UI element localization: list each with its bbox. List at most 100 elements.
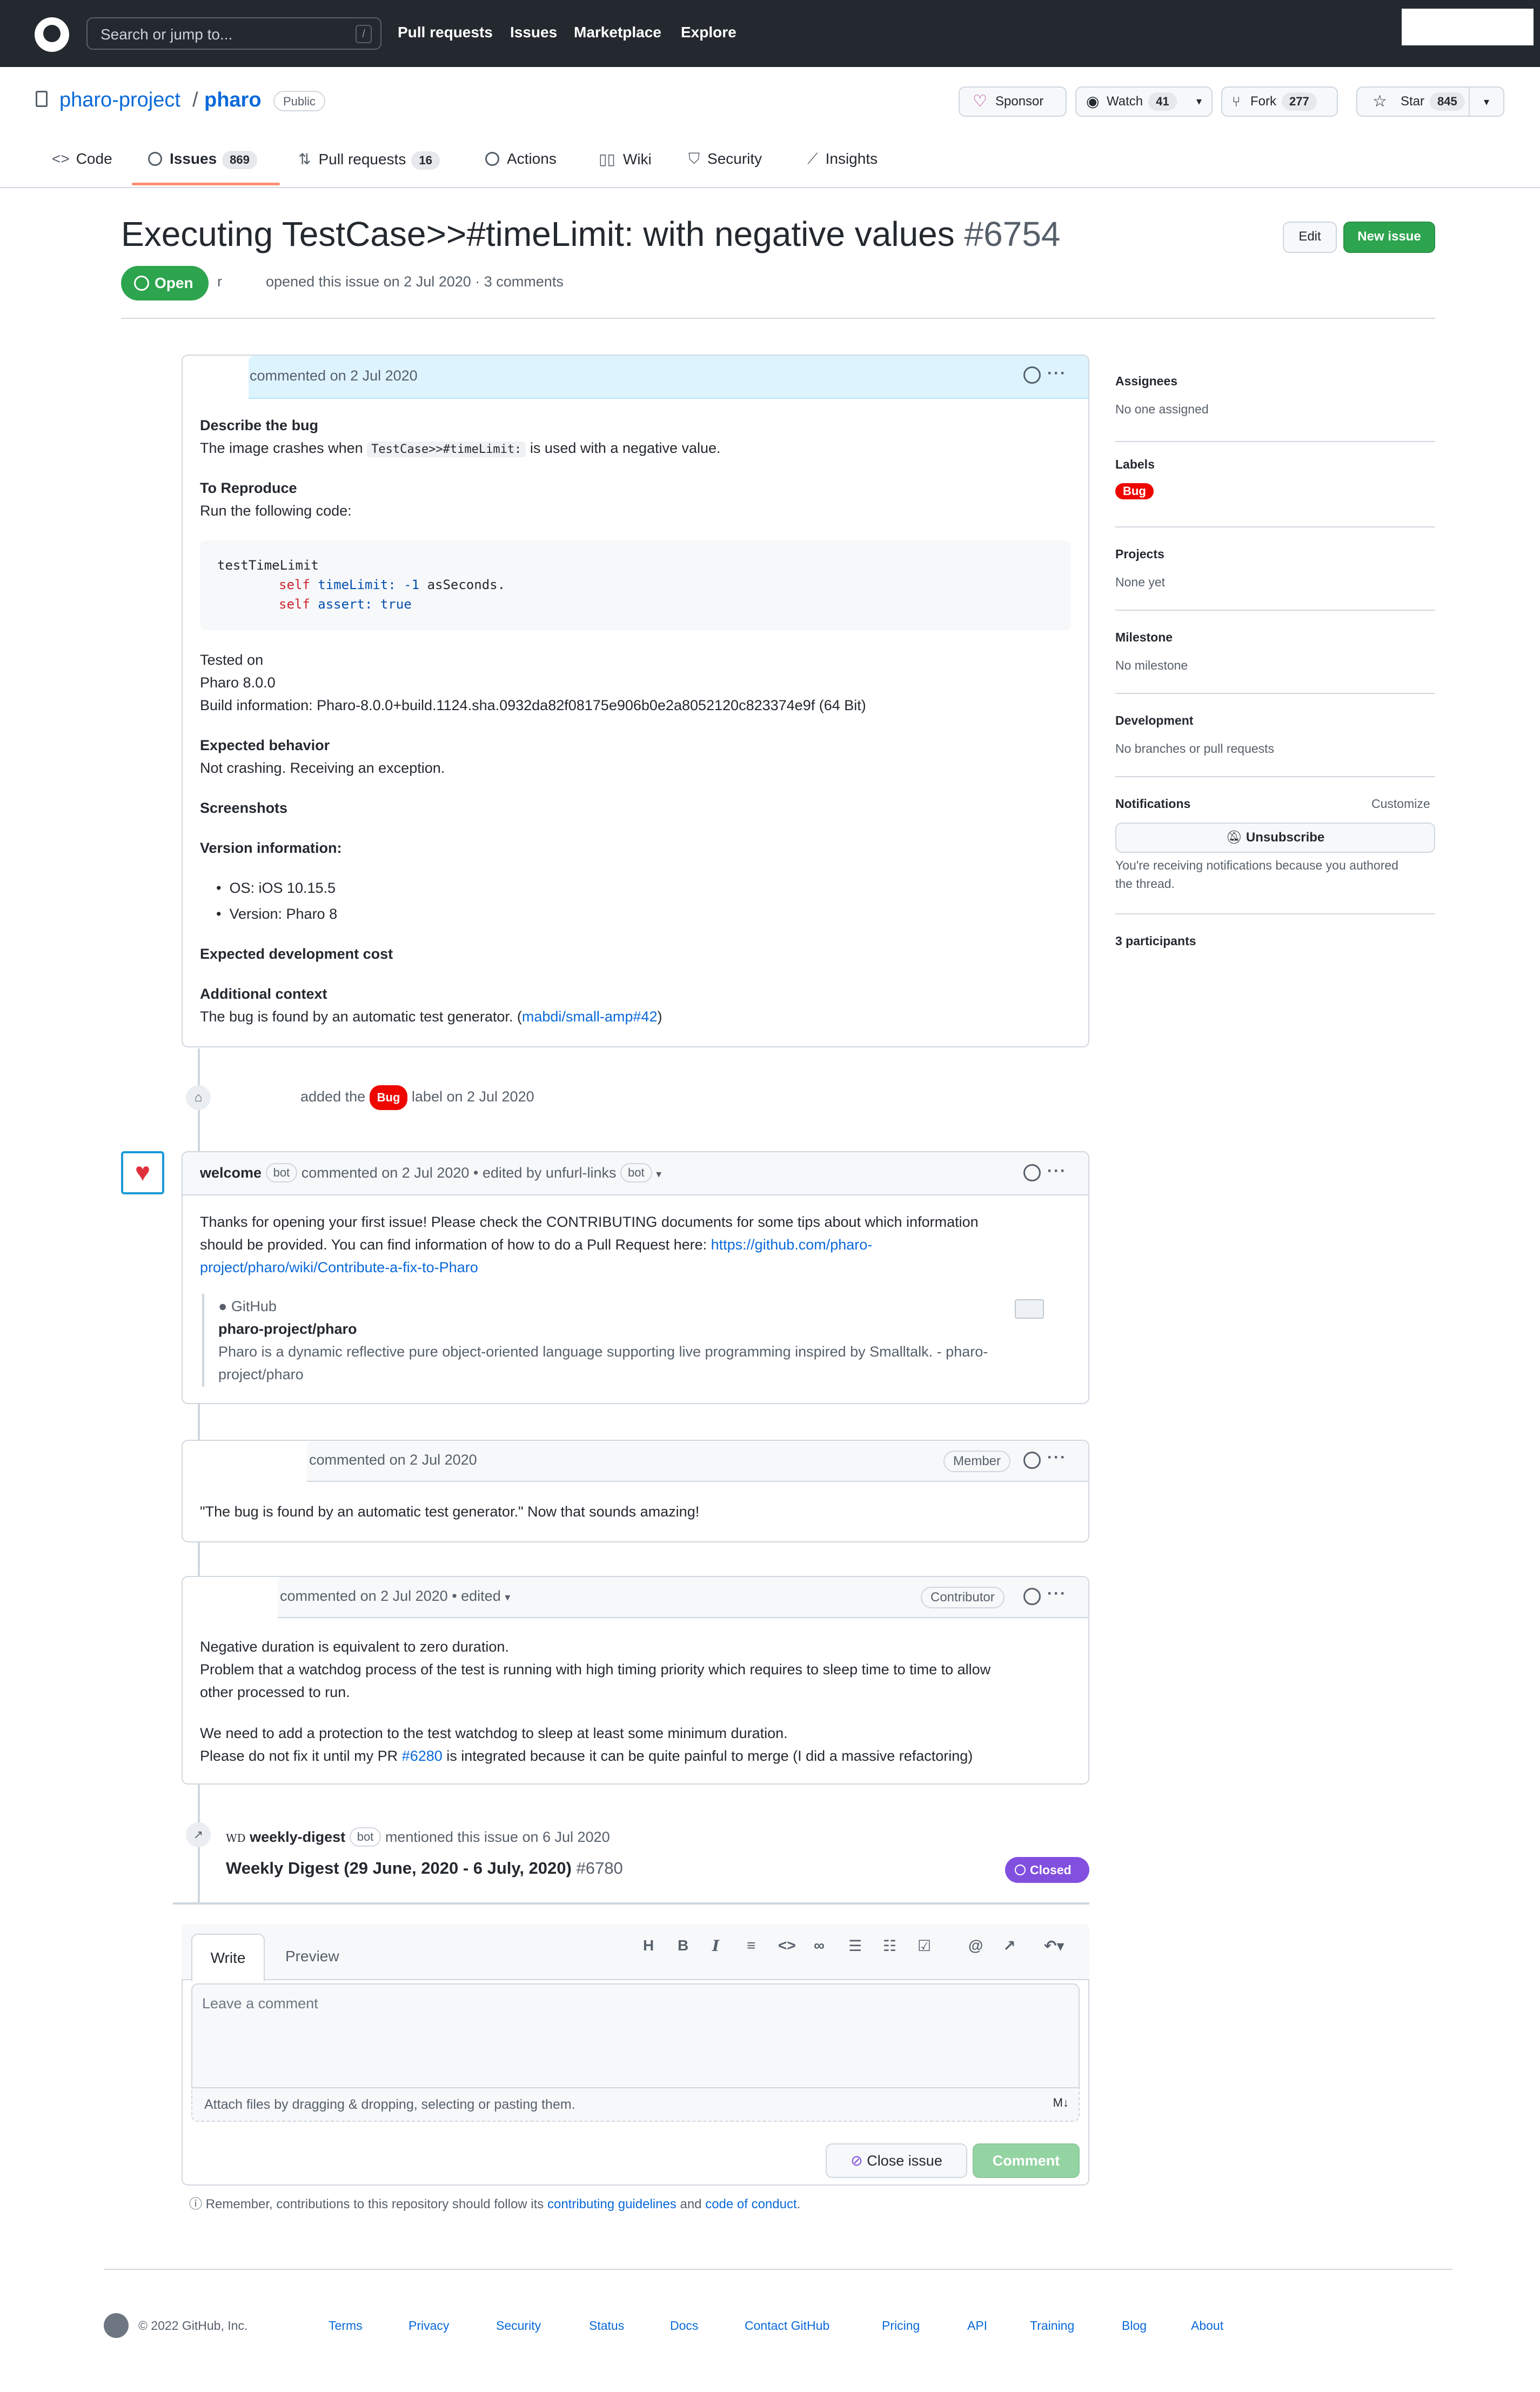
github-logo-icon[interactable]	[35, 17, 69, 52]
projects-heading[interactable]: Projects	[1115, 547, 1164, 562]
labels-heading[interactable]: Labels	[1115, 457, 1155, 472]
book-icon: ▯▯	[599, 151, 615, 168]
tab-pull-requests[interactable]: ⇅ Pull requests 16	[298, 150, 440, 170]
tab-security[interactable]: ⛉ Security	[688, 150, 762, 168]
comment-timestamp: commented on 2 Jul 2020 • edited	[280, 1588, 501, 1604]
bug-label[interactable]: Bug	[369, 1085, 408, 1110]
kebab-horizontal-icon[interactable]: ···	[1047, 364, 1067, 383]
welcome-bot-avatar[interactable]: ♥	[121, 1151, 164, 1194]
kebab-horizontal-icon[interactable]: ···	[1047, 1448, 1067, 1467]
participants-heading: 3 participants	[1115, 934, 1196, 948]
italic-icon[interactable]: I	[712, 1937, 719, 1955]
mention-reference[interactable]: Weekly Digest (29 June, 2020 - 6 July, 2…	[226, 1857, 623, 1880]
unfurl-title-link[interactable]: pharo-project/pharo	[218, 1318, 357, 1340]
comment-textarea[interactable]: Leave a comment	[191, 1983, 1080, 2088]
wiki-link[interactable]: project/pharo/wiki/Contribute-a-fix-to-P…	[200, 1259, 478, 1275]
github-mark-icon: ●	[218, 1298, 227, 1314]
eye-icon: ◉	[1086, 93, 1100, 110]
unfurl-thumbnail	[1015, 1299, 1044, 1319]
tab-preview[interactable]: Preview	[285, 1948, 339, 1965]
issue-link[interactable]: mabdi/small-amp#42	[522, 1008, 658, 1025]
new-issue-button[interactable]: New issue	[1343, 222, 1435, 253]
milestone-heading[interactable]: Milestone	[1115, 630, 1173, 645]
bold-icon[interactable]: B	[678, 1937, 688, 1954]
reply-icon[interactable]: ↶▾	[1044, 1937, 1064, 1955]
kebab-horizontal-icon[interactable]: ···	[1047, 1162, 1067, 1180]
link-icon[interactable]: ∞	[814, 1937, 825, 1954]
text: The bug is found by an automatic test ge…	[200, 1008, 522, 1025]
text: label on 2 Jul 2020	[411, 1088, 534, 1105]
paragraph: Negative duration is equivalent to zero …	[200, 1639, 509, 1655]
unsubscribe-button[interactable]: 🔕︎ Unsubscribe	[1115, 823, 1435, 853]
repo-name-link[interactable]: pharo	[204, 89, 262, 112]
sidebar-label[interactable]: Bug	[1115, 483, 1154, 499]
add-reaction-icon[interactable]	[1023, 1164, 1041, 1181]
mention-author[interactable]: weekly-digest	[250, 1829, 345, 1845]
code-of-conduct-link[interactable]: code of conduct	[705, 2197, 796, 2211]
comment-author[interactable]: welcome	[200, 1165, 262, 1181]
add-reaction-icon[interactable]	[1023, 366, 1041, 384]
fork-button[interactable]: ⑂ Fork 277	[1221, 86, 1338, 117]
edit-title-button[interactable]: Edit	[1283, 222, 1337, 253]
reference-title[interactable]: Weekly Digest (29 June, 2020 - 6 July, 2…	[226, 1859, 572, 1877]
notifications-heading: Notifications	[1115, 797, 1191, 811]
search-input[interactable]: Search or jump to... /	[86, 17, 381, 50]
chevron-down-icon[interactable]: ▾	[505, 1592, 510, 1603]
add-reaction-icon[interactable]	[1023, 1588, 1041, 1605]
footer-link-terms[interactable]: Terms	[329, 2318, 363, 2333]
kebab-horizontal-icon[interactable]: ···	[1047, 1585, 1067, 1603]
footer-link-training[interactable]: Training	[1030, 2318, 1074, 2333]
repo-owner-link[interactable]: pharo-project	[59, 89, 180, 112]
user-menu-area[interactable]	[1402, 9, 1534, 45]
development-heading[interactable]: Development	[1115, 713, 1193, 728]
contributing-link[interactable]: contributing guidelines	[547, 2197, 677, 2211]
bug-label[interactable]: Bug	[1115, 483, 1154, 499]
projects-value: None yet	[1115, 575, 1166, 589]
unordered-list-icon[interactable]: ☰	[848, 1937, 862, 1955]
footer-link-security[interactable]: Security	[496, 2318, 541, 2333]
sponsor-button[interactable]: ♡ Sponsor	[959, 86, 1067, 117]
star-dropdown-button[interactable]: ▾	[1469, 86, 1504, 117]
author-link[interactable]: r	[217, 273, 222, 290]
tab-write[interactable]: Write	[191, 1934, 265, 1981]
tab-actions[interactable]: Actions	[485, 150, 557, 168]
tab-issues[interactable]: Issues 869	[148, 150, 257, 169]
watch-button[interactable]: ◉ Watch 41 ▾	[1075, 86, 1213, 117]
nav-explore[interactable]: Explore	[681, 24, 736, 41]
close-issue-button[interactable]: ⊘ Close issue	[826, 2143, 967, 2178]
assignees-heading[interactable]: Assignees	[1115, 374, 1177, 389]
footer-link-pricing[interactable]: Pricing	[882, 2318, 920, 2333]
nav-marketplace[interactable]: Marketplace	[574, 24, 661, 41]
tab-code[interactable]: <> Code	[52, 150, 112, 168]
star-button[interactable]: ☆ Star 845	[1356, 86, 1470, 117]
github-mark-icon[interactable]	[104, 2313, 129, 2338]
tab-wiki[interactable]: ▯▯ Wiki	[599, 150, 652, 168]
cross-reference-icon[interactable]: ↗	[1003, 1937, 1015, 1955]
tab-insights[interactable]: ⟋ Insights	[807, 150, 878, 168]
footer-link-contact[interactable]: Contact GitHub	[745, 2318, 829, 2333]
wiki-link[interactable]: https://github.com/pharo-	[711, 1237, 873, 1253]
chevron-down-icon[interactable]: ▾	[656, 1168, 661, 1180]
footer-link-blog[interactable]: Blog	[1122, 2318, 1147, 2333]
pr-link[interactable]: #6280	[402, 1748, 443, 1764]
notification-reason: the thread.	[1115, 877, 1175, 891]
heading-icon[interactable]: H	[643, 1937, 654, 1954]
file-attachment-area[interactable]: Attach files by dragging & dropping, sel…	[191, 2087, 1080, 2122]
ordered-list-icon[interactable]: ☷	[883, 1937, 896, 1955]
add-reaction-icon[interactable]	[1023, 1452, 1041, 1469]
code-icon[interactable]: <>	[778, 1937, 796, 1954]
weekly-digest-avatar[interactable]: WD	[226, 1832, 246, 1845]
mention-icon[interactable]: @	[968, 1937, 983, 1954]
footer-link-about[interactable]: About	[1191, 2318, 1223, 2333]
tasklist-icon[interactable]: ☑	[918, 1937, 931, 1955]
customize-link[interactable]: Customize	[1371, 797, 1430, 811]
quote-icon[interactable]: ≡	[747, 1937, 755, 1954]
comment-button[interactable]: Comment	[973, 2143, 1080, 2178]
footer-link-docs[interactable]: Docs	[670, 2318, 698, 2333]
markdown-icon[interactable]: M↓	[1053, 2096, 1069, 2110]
footer-link-api[interactable]: API	[967, 2318, 987, 2333]
footer-link-privacy[interactable]: Privacy	[409, 2318, 449, 2333]
footer-link-status[interactable]: Status	[589, 2318, 624, 2333]
nav-pull-requests[interactable]: Pull requests	[398, 24, 493, 41]
nav-issues[interactable]: Issues	[510, 24, 557, 41]
